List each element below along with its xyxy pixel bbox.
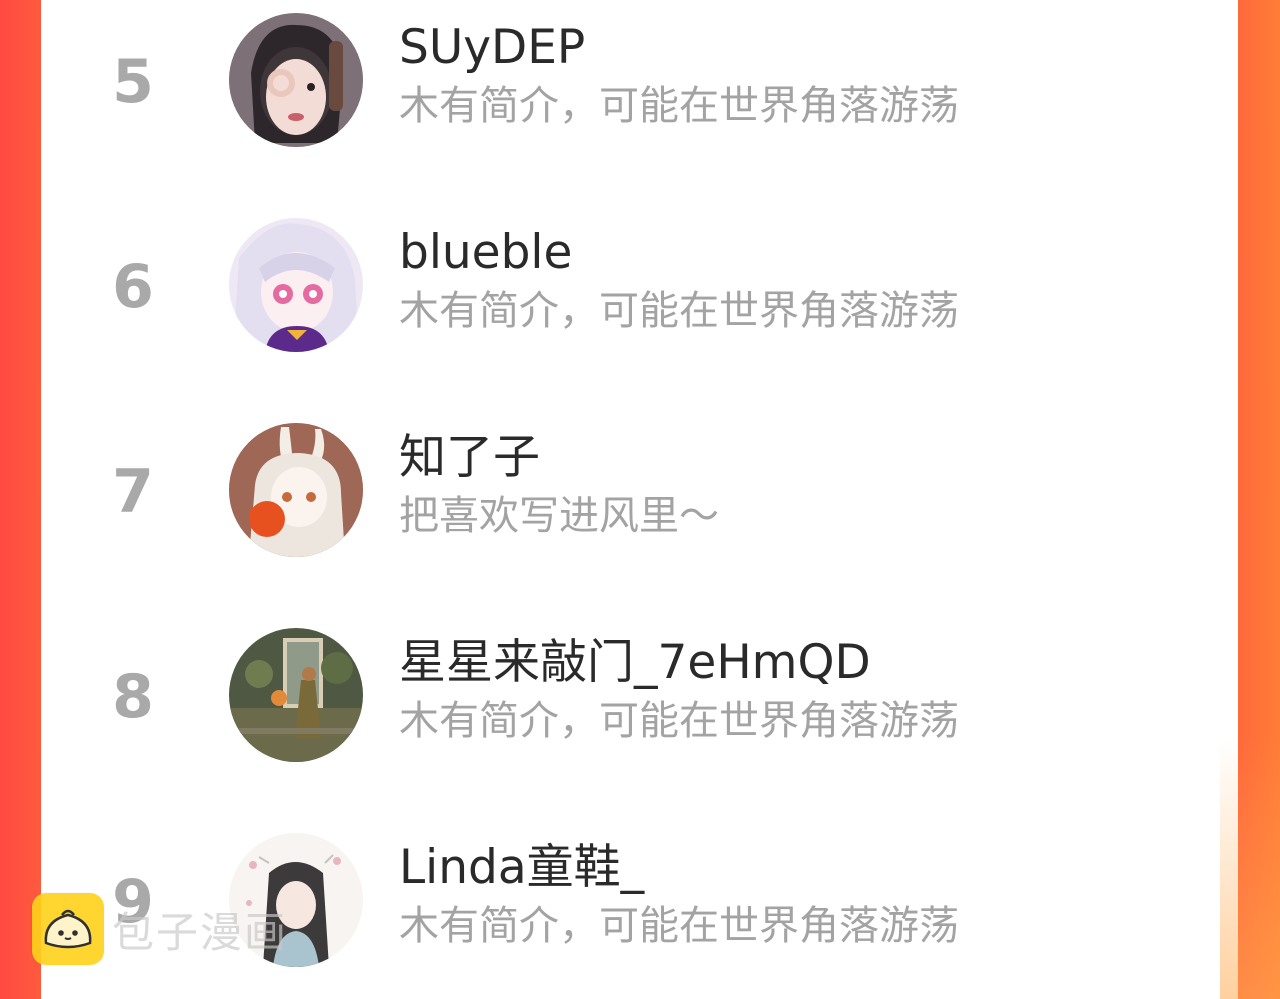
rank-number: 6 bbox=[112, 252, 154, 322]
list-item[interactable]: 5 SUyDEP 木有简介，可能在世界角落游荡 bbox=[41, 0, 1238, 150]
username[interactable]: 知了子 bbox=[399, 428, 540, 488]
avatar-image bbox=[229, 218, 363, 352]
avatar[interactable] bbox=[229, 218, 363, 352]
user-bio: 把喜欢写进风里～ bbox=[399, 493, 719, 539]
list-item[interactable]: 6 blueble 木有简介，可能在世界角落游荡 bbox=[41, 205, 1238, 355]
username[interactable]: SUyDEP bbox=[399, 18, 585, 78]
user-bio: 木有简介，可能在世界角落游荡 bbox=[399, 698, 959, 744]
list-item[interactable]: 7 知了子 把喜欢写进风里～ bbox=[41, 410, 1238, 560]
avatar[interactable] bbox=[229, 13, 363, 147]
bun-logo-icon bbox=[32, 893, 104, 965]
rank-number: 7 bbox=[112, 457, 154, 527]
rank-number: 8 bbox=[112, 662, 154, 732]
list-item[interactable]: 8 星星来敲门_7eHmQD 木有简介，可能在世界角落游荡 bbox=[41, 615, 1238, 765]
rank-number: 5 bbox=[112, 47, 154, 117]
ranking-list: 5 SUyDEP 木有简介，可能在世界角落游荡 6 blueble 木有简介，可… bbox=[41, 0, 1238, 999]
watermark: 包子漫画 bbox=[32, 893, 288, 965]
avatar[interactable] bbox=[229, 423, 363, 557]
username[interactable]: blueble bbox=[399, 223, 572, 283]
avatar-image bbox=[229, 13, 363, 147]
avatar[interactable] bbox=[229, 628, 363, 762]
username[interactable]: Linda童鞋_ bbox=[399, 838, 644, 898]
watermark-text: 包子漫画 bbox=[112, 907, 289, 957]
page-background: 5 SUyDEP 木有简介，可能在世界角落游荡 6 blueble 木有简介，可… bbox=[0, 0, 1280, 999]
avatar-image bbox=[229, 423, 363, 557]
user-bio: 木有简介，可能在世界角落游荡 bbox=[399, 288, 959, 334]
username[interactable]: 星星来敲门_7eHmQD bbox=[399, 633, 871, 693]
user-bio: 木有简介，可能在世界角落游荡 bbox=[399, 83, 959, 129]
avatar-image bbox=[229, 628, 363, 762]
user-bio: 木有简介，可能在世界角落游荡 bbox=[399, 903, 959, 949]
